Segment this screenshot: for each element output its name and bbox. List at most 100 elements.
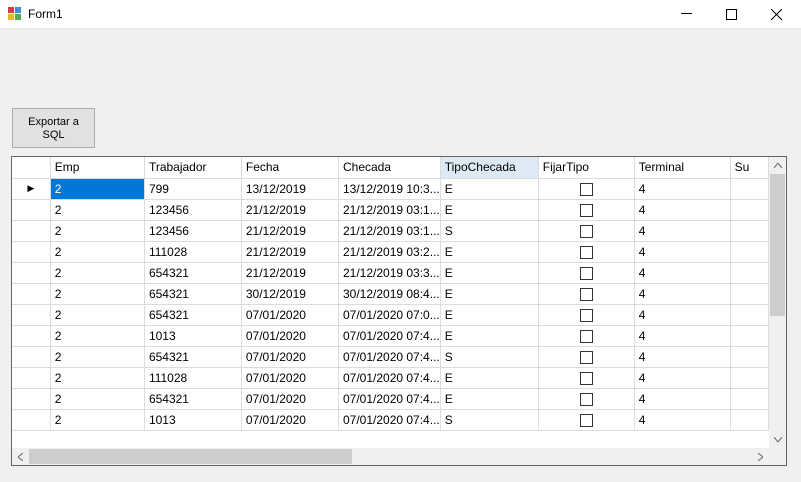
cell-tipo[interactable]: S bbox=[440, 346, 539, 368]
column-header-emp[interactable]: Emp bbox=[50, 157, 145, 179]
fijartipo-checkbox[interactable] bbox=[579, 371, 593, 385]
cell-checada[interactable]: 07/01/2020 07:4... bbox=[338, 346, 441, 368]
column-header-trabajador[interactable]: Trabajador bbox=[144, 157, 242, 179]
row-header[interactable] bbox=[12, 220, 51, 242]
cell-tipo[interactable]: S bbox=[440, 409, 539, 431]
column-header-fecha[interactable]: Fecha bbox=[241, 157, 339, 179]
cell-fijartipo[interactable] bbox=[538, 409, 635, 431]
cell-fijartipo[interactable] bbox=[538, 388, 635, 410]
table-row[interactable]: ▶ 2 799 13/12/2019 13/12/2019 10:3... E 4 bbox=[12, 178, 769, 200]
cell-emp[interactable]: 2 bbox=[50, 262, 145, 284]
cell-checada[interactable]: 07/01/2020 07:0... bbox=[338, 304, 441, 326]
cell-fecha[interactable]: 30/12/2019 bbox=[241, 283, 339, 305]
table-row[interactable]: 2 654321 07/01/2020 07/01/2020 07:0... E 4 bbox=[12, 304, 769, 326]
cell-checada[interactable]: 07/01/2020 07:4... bbox=[338, 325, 441, 347]
cell-terminal[interactable]: 4 bbox=[634, 409, 731, 431]
row-header[interactable] bbox=[12, 199, 51, 221]
cell-tipo[interactable]: E bbox=[440, 241, 539, 263]
horizontal-scrollbar[interactable] bbox=[12, 448, 769, 465]
column-header-checada[interactable]: Checada bbox=[338, 157, 441, 179]
cell-emp[interactable]: 2 bbox=[50, 220, 145, 242]
cell-checada[interactable]: 21/12/2019 03:1... bbox=[338, 220, 441, 242]
export-sql-button[interactable]: Exportar a SQL bbox=[12, 108, 95, 148]
table-row[interactable]: 2 111028 07/01/2020 07/01/2020 07:4... E 4 bbox=[12, 367, 769, 389]
cell-trabajador[interactable]: 654321 bbox=[144, 262, 242, 284]
table-row[interactable]: 2 1013 07/01/2020 07/01/2020 07:4... E 4 bbox=[12, 325, 769, 347]
cell-su[interactable] bbox=[730, 304, 769, 326]
table-row[interactable]: 2 654321 07/01/2020 07/01/2020 07:4... E 4 bbox=[12, 388, 769, 410]
column-header-fijartipo[interactable]: FijarTipo bbox=[538, 157, 635, 179]
cell-terminal[interactable]: 4 bbox=[634, 199, 731, 221]
cell-fecha[interactable]: 07/01/2020 bbox=[241, 367, 339, 389]
cell-tipo[interactable]: E bbox=[440, 262, 539, 284]
cell-su[interactable] bbox=[730, 178, 769, 200]
minimize-button[interactable] bbox=[663, 0, 709, 28]
cell-emp[interactable]: 2 bbox=[50, 199, 145, 221]
cell-su[interactable] bbox=[730, 262, 769, 284]
fijartipo-checkbox[interactable] bbox=[579, 308, 593, 322]
column-header-su[interactable]: Su bbox=[730, 157, 769, 179]
cell-tipo[interactable]: E bbox=[440, 304, 539, 326]
cell-checada[interactable]: 21/12/2019 03:1... bbox=[338, 199, 441, 221]
cell-emp[interactable]: 2 bbox=[50, 388, 145, 410]
cell-fecha[interactable]: 21/12/2019 bbox=[241, 241, 339, 263]
column-header-terminal[interactable]: Terminal bbox=[634, 157, 731, 179]
cell-trabajador[interactable]: 654321 bbox=[144, 388, 242, 410]
cell-fijartipo[interactable] bbox=[538, 199, 635, 221]
fijartipo-checkbox[interactable] bbox=[579, 287, 593, 301]
cell-checada[interactable]: 21/12/2019 03:2... bbox=[338, 241, 441, 263]
horizontal-scroll-thumb[interactable] bbox=[29, 449, 352, 464]
fijartipo-checkbox[interactable] bbox=[579, 392, 593, 406]
cell-su[interactable] bbox=[730, 220, 769, 242]
cell-fecha[interactable]: 07/01/2020 bbox=[241, 409, 339, 431]
cell-trabajador[interactable]: 123456 bbox=[144, 220, 242, 242]
fijartipo-checkbox[interactable] bbox=[579, 413, 593, 427]
cell-emp[interactable]: 2 bbox=[50, 241, 145, 263]
cell-terminal[interactable]: 4 bbox=[634, 304, 731, 326]
fijartipo-checkbox[interactable] bbox=[579, 266, 593, 280]
cell-checada[interactable]: 30/12/2019 08:4... bbox=[338, 283, 441, 305]
row-header[interactable] bbox=[12, 346, 51, 368]
cell-terminal[interactable]: 4 bbox=[634, 367, 731, 389]
cell-terminal[interactable]: 4 bbox=[634, 388, 731, 410]
cell-trabajador[interactable]: 123456 bbox=[144, 199, 242, 221]
scroll-right-icon[interactable] bbox=[752, 448, 769, 465]
close-button[interactable] bbox=[753, 0, 799, 28]
cell-fecha[interactable]: 07/01/2020 bbox=[241, 346, 339, 368]
cell-su[interactable] bbox=[730, 325, 769, 347]
cell-fijartipo[interactable] bbox=[538, 325, 635, 347]
scroll-up-icon[interactable] bbox=[769, 157, 786, 174]
cell-su[interactable] bbox=[730, 199, 769, 221]
cell-tipo[interactable]: E bbox=[440, 199, 539, 221]
cell-terminal[interactable]: 4 bbox=[634, 241, 731, 263]
cell-tipo[interactable]: S bbox=[440, 220, 539, 242]
table-row[interactable]: 2 654321 21/12/2019 21/12/2019 03:3... E 4 bbox=[12, 262, 769, 284]
vertical-scrollbar[interactable] bbox=[769, 157, 786, 448]
row-header[interactable]: ▶ bbox=[12, 178, 51, 200]
cell-emp[interactable]: 2 bbox=[50, 346, 145, 368]
cell-checada[interactable]: 21/12/2019 03:3... bbox=[338, 262, 441, 284]
cell-terminal[interactable]: 4 bbox=[634, 220, 731, 242]
table-row[interactable]: 2 111028 21/12/2019 21/12/2019 03:2... E 4 bbox=[12, 241, 769, 263]
row-header[interactable] bbox=[12, 304, 51, 326]
cell-fecha[interactable]: 21/12/2019 bbox=[241, 199, 339, 221]
table-row[interactable]: 2 654321 30/12/2019 30/12/2019 08:4... E 4 bbox=[12, 283, 769, 305]
cell-su[interactable] bbox=[730, 241, 769, 263]
fijartipo-checkbox[interactable] bbox=[579, 203, 593, 217]
cell-fijartipo[interactable] bbox=[538, 178, 635, 200]
cell-fecha[interactable]: 07/01/2020 bbox=[241, 388, 339, 410]
fijartipo-checkbox[interactable] bbox=[579, 224, 593, 238]
cell-checada[interactable]: 07/01/2020 07:4... bbox=[338, 367, 441, 389]
row-header[interactable] bbox=[12, 409, 51, 431]
fijartipo-checkbox[interactable] bbox=[579, 329, 593, 343]
fijartipo-checkbox[interactable] bbox=[579, 245, 593, 259]
cell-su[interactable] bbox=[730, 367, 769, 389]
data-grid[interactable]: Emp Trabajador Fecha Checada TipoChecada… bbox=[11, 156, 787, 466]
cell-emp[interactable]: 2 bbox=[50, 367, 145, 389]
cell-fijartipo[interactable] bbox=[538, 367, 635, 389]
cell-trabajador[interactable]: 799 bbox=[144, 178, 242, 200]
cell-terminal[interactable]: 4 bbox=[634, 325, 731, 347]
cell-trabajador[interactable]: 111028 bbox=[144, 367, 242, 389]
cell-tipo[interactable]: E bbox=[440, 178, 539, 200]
fijartipo-checkbox[interactable] bbox=[579, 350, 593, 364]
